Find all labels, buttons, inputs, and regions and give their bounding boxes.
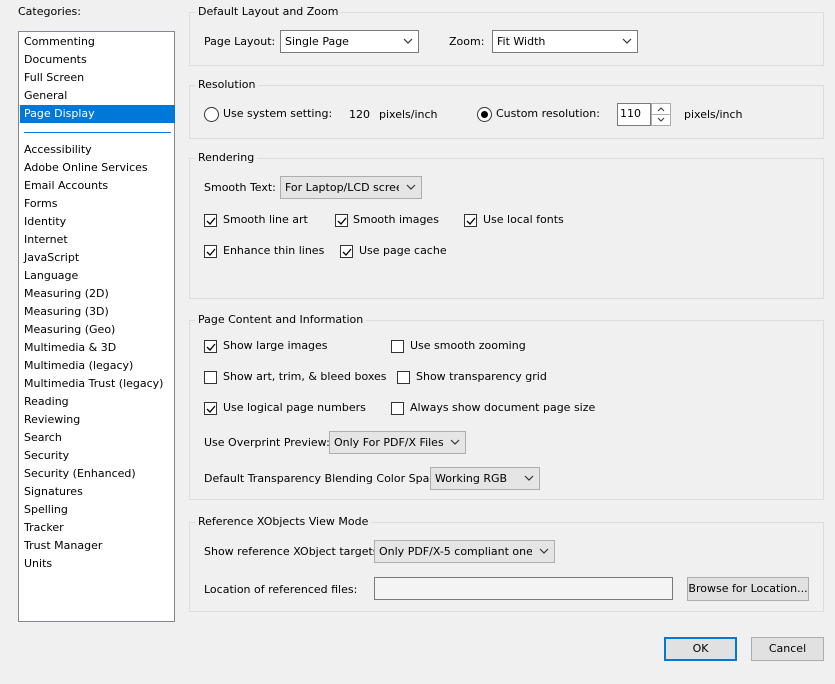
- category-item[interactable]: Internet: [20, 231, 175, 249]
- xobject-targets-label: Show reference XObject targets:: [204, 545, 383, 558]
- category-item[interactable]: Adobe Online Services: [20, 159, 175, 177]
- category-separator: [24, 132, 171, 133]
- category-item[interactable]: Search: [20, 429, 175, 447]
- overprint-preview-dropdown[interactable]: Only For PDF/X Files: [329, 431, 466, 454]
- xobject-targets-value: Only PDF/X-5 compliant ones: [379, 545, 532, 558]
- smooth-text-dropdown[interactable]: For Laptop/LCD screens: [280, 176, 422, 199]
- enhance-thin-lines-checkbox[interactable]: [204, 245, 217, 258]
- category-item[interactable]: JavaScript: [20, 249, 175, 267]
- use-page-cache-checkbox[interactable]: [340, 245, 353, 258]
- chevron-down-icon: [444, 432, 465, 453]
- show-art-trim-checkbox[interactable]: [204, 371, 217, 384]
- category-item[interactable]: Measuring (Geo): [20, 321, 175, 339]
- use-logical-page-numbers-checkbox[interactable]: [204, 402, 217, 415]
- category-item[interactable]: Multimedia Trust (legacy): [20, 375, 175, 393]
- zoom-dropdown[interactable]: Fit Width: [492, 30, 638, 53]
- blending-color-space-dropdown[interactable]: Working RGB: [430, 467, 540, 490]
- smooth-images-checkbox[interactable]: [335, 214, 348, 227]
- use-page-cache-label: Use page cache: [359, 244, 447, 257]
- category-item-full-screen[interactable]: Full Screen: [20, 69, 175, 87]
- page-content-title: Page Content and Information: [195, 313, 367, 327]
- system-setting-radio[interactable]: [204, 107, 219, 122]
- browse-location-button[interactable]: Browse for Location...: [687, 577, 809, 601]
- layout-zoom-title: Default Layout and Zoom: [195, 5, 342, 19]
- show-transparency-grid-checkbox[interactable]: [397, 371, 410, 384]
- category-item[interactable]: Reviewing: [20, 411, 175, 429]
- chevron-down-icon: [400, 177, 421, 198]
- category-item[interactable]: Accessibility: [20, 141, 175, 159]
- system-setting-label: Use system setting:: [223, 107, 333, 120]
- show-transparency-grid-label: Show transparency grid: [416, 370, 547, 383]
- category-item[interactable]: Security (Enhanced): [20, 465, 175, 483]
- smooth-text-label: Smooth Text:: [204, 181, 276, 194]
- overprint-preview-value: Only For PDF/X Files: [334, 436, 443, 449]
- custom-resolution-radio[interactable]: [477, 107, 492, 122]
- chevron-down-icon: [398, 31, 418, 52]
- category-item[interactable]: Spelling: [20, 501, 175, 519]
- category-item[interactable]: Signatures: [20, 483, 175, 501]
- smooth-line-art-checkbox[interactable]: [204, 214, 217, 227]
- custom-resolution-label: Custom resolution:: [496, 107, 600, 120]
- category-item[interactable]: Trust Manager: [20, 537, 175, 555]
- referenced-files-location-label: Location of referenced files:: [204, 583, 358, 596]
- show-large-images-label: Show large images: [223, 339, 328, 352]
- category-item[interactable]: Language: [20, 267, 175, 285]
- show-art-trim-label: Show art, trim, & bleed boxes: [223, 370, 387, 383]
- chevron-down-icon: [617, 31, 637, 52]
- category-item[interactable]: Measuring (3D): [20, 303, 175, 321]
- smooth-images-label: Smooth images: [353, 213, 439, 226]
- smooth-text-value: For Laptop/LCD screens: [285, 181, 399, 194]
- category-item-page-display[interactable]: Page Display: [20, 105, 175, 123]
- category-item-documents[interactable]: Documents: [20, 51, 175, 69]
- referenced-files-location-input[interactable]: [374, 577, 673, 600]
- xobjects-title: Reference XObjects View Mode: [195, 515, 372, 529]
- enhance-thin-lines-label: Enhance thin lines: [223, 244, 325, 257]
- zoom-label: Zoom:: [449, 35, 485, 48]
- category-item-commenting[interactable]: Commenting: [20, 33, 175, 51]
- custom-resolution-input[interactable]: 110: [617, 103, 651, 126]
- zoom-value: Fit Width: [497, 35, 546, 48]
- system-setting-value: 120: [349, 108, 370, 121]
- overprint-preview-label: Use Overprint Preview:: [204, 436, 330, 449]
- category-item[interactable]: Identity: [20, 213, 175, 231]
- decrement-button[interactable]: [651, 114, 671, 126]
- category-item[interactable]: Security: [20, 447, 175, 465]
- use-smooth-zooming-checkbox[interactable]: [391, 340, 404, 353]
- category-item[interactable]: Measuring (2D): [20, 285, 175, 303]
- ok-button[interactable]: OK: [664, 637, 737, 661]
- chevron-down-icon: [518, 468, 539, 489]
- categories-label: Categories:: [18, 5, 81, 18]
- category-item[interactable]: Forms: [20, 195, 175, 213]
- category-item[interactable]: Multimedia & 3D: [20, 339, 175, 357]
- cancel-button[interactable]: Cancel: [751, 637, 824, 661]
- rendering-title: Rendering: [195, 151, 258, 165]
- blending-color-space-label: Default Transparency Blending Color Spac…: [204, 472, 446, 485]
- resolution-title: Resolution: [195, 78, 259, 92]
- category-item[interactable]: Email Accounts: [20, 177, 175, 195]
- always-show-page-size-label: Always show document page size: [410, 401, 596, 414]
- category-item[interactable]: Multimedia (legacy): [20, 357, 175, 375]
- page-layout-value: Single Page: [285, 35, 349, 48]
- use-local-fonts-checkbox[interactable]: [464, 214, 477, 227]
- show-large-images-checkbox[interactable]: [204, 340, 217, 353]
- chevron-down-icon: [533, 541, 554, 562]
- use-smooth-zooming-label: Use smooth zooming: [410, 339, 526, 352]
- always-show-page-size-checkbox[interactable]: [391, 402, 404, 415]
- system-setting-unit: pixels/inch: [379, 108, 438, 121]
- page-layout-label: Page Layout:: [204, 35, 276, 48]
- blending-color-space-value: Working RGB: [435, 472, 508, 485]
- use-local-fonts-label: Use local fonts: [483, 213, 564, 226]
- custom-resolution-unit: pixels/inch: [684, 108, 743, 121]
- categories-list[interactable]: Commenting Documents Full Screen General…: [18, 31, 175, 622]
- category-item[interactable]: Reading: [20, 393, 175, 411]
- category-item[interactable]: Units: [20, 555, 175, 573]
- use-logical-page-numbers-label: Use logical page numbers: [223, 401, 366, 414]
- category-item-general[interactable]: General: [20, 87, 175, 105]
- xobject-targets-dropdown[interactable]: Only PDF/X-5 compliant ones: [374, 540, 555, 563]
- smooth-line-art-label: Smooth line art: [223, 213, 308, 226]
- category-item[interactable]: Tracker: [20, 519, 175, 537]
- page-layout-dropdown[interactable]: Single Page: [280, 30, 419, 53]
